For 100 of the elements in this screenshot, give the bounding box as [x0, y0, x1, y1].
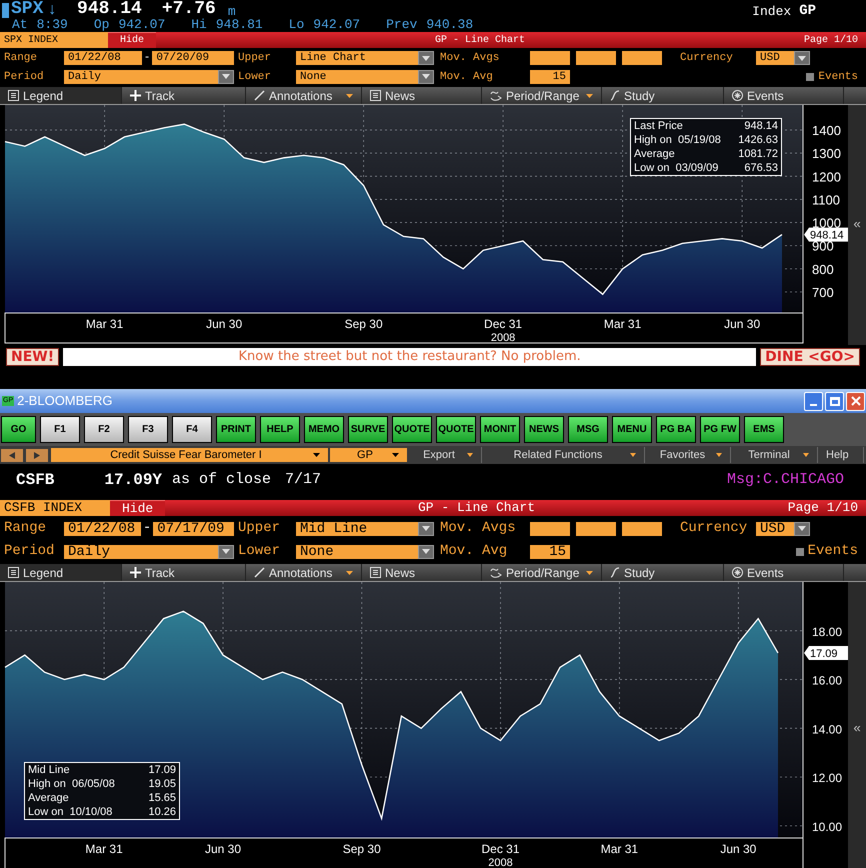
dropdown-icon[interactable] — [218, 544, 234, 558]
quote-label: Hi — [191, 18, 207, 32]
function-key[interactable]: HELP — [260, 416, 300, 443]
function-key[interactable]: NEWS — [524, 416, 564, 443]
dropdown-icon[interactable] — [794, 522, 810, 536]
menu-item[interactable]: Terminal — [731, 446, 818, 464]
price-date: 7/17 — [285, 470, 322, 490]
quote-label: Lo — [288, 18, 304, 32]
end-date-field[interactable]: 07/20/09 — [152, 51, 234, 66]
function-key[interactable]: EMS — [744, 416, 784, 443]
function-key[interactable]: F1 — [40, 416, 80, 443]
toolbar-tab[interactable]: Study — [602, 87, 724, 104]
axis-tick-label: Mar 31 — [604, 317, 642, 331]
toolbar-tab[interactable]: Period/Range — [482, 87, 602, 104]
events-checkbox[interactable] — [796, 548, 804, 556]
toolbar-tab[interactable]: Events — [724, 564, 844, 581]
menu-item[interactable]: Related Functions — [482, 446, 645, 464]
ticker: SPX — [11, 0, 44, 18]
price-note: as of close — [172, 470, 272, 490]
back-button[interactable] — [1, 448, 23, 462]
mov-avg-field[interactable]: 15 — [530, 544, 570, 558]
dropdown-icon[interactable] — [794, 51, 810, 66]
dine-go-link[interactable]: DINE <GO> — [760, 348, 860, 366]
function-key[interactable]: MONIT — [480, 416, 520, 443]
year-label: 2008 — [488, 857, 513, 868]
dropdown-icon[interactable] — [418, 70, 434, 84]
dropdown-icon[interactable] — [418, 544, 434, 558]
dropdown-icon[interactable] — [218, 70, 234, 84]
mov-avg-field[interactable]: 15 — [530, 70, 570, 84]
field-label: Mov. Avgs — [439, 519, 517, 538]
toolbar-tab[interactable]: Legend — [0, 87, 122, 104]
mov-avg-field[interactable] — [530, 51, 570, 66]
maximize-button[interactable] — [825, 392, 844, 410]
axis-tick-label: Jun 30 — [724, 317, 760, 331]
legend-value: 1081.72 — [738, 147, 778, 161]
toolbar-tab[interactable]: Annotations — [246, 87, 362, 104]
toolbar-tab[interactable]: Period/Range — [482, 564, 602, 581]
function-dropdown[interactable]: GP — [330, 448, 407, 462]
collapse-toggle[interactable]: « — [853, 718, 861, 738]
start-date-field[interactable]: 01/22/08 — [64, 51, 142, 66]
hide-button[interactable]: Hide — [108, 32, 156, 48]
function-key[interactable]: GO — [1, 416, 36, 443]
field-label: Events — [808, 542, 858, 561]
security-tab[interactable]: CSFB INDEX — [0, 500, 110, 516]
toolbar-tab[interactable]: Events — [724, 87, 844, 104]
function-key[interactable]: QUOTE — [436, 416, 476, 443]
mov-avg-field[interactable] — [622, 51, 662, 66]
currency-field[interactable]: USD — [756, 51, 794, 66]
period-field[interactable]: Daily — [64, 544, 218, 558]
toolbar-tab[interactable]: News — [362, 564, 482, 581]
start-date-field[interactable]: 01/22/08 — [64, 522, 141, 536]
function-key[interactable]: PG BA — [656, 416, 696, 443]
collapse-toggle[interactable]: « — [853, 215, 861, 235]
menu-item[interactable]: Export — [407, 446, 482, 464]
function-key[interactable]: QUOTE — [392, 416, 432, 443]
events-checkbox[interactable] — [806, 72, 814, 81]
close-button[interactable] — [846, 392, 865, 410]
toolbar-tab[interactable]: Track — [122, 564, 246, 581]
upper-field[interactable]: Line Chart — [296, 51, 418, 66]
lower-field[interactable]: None — [296, 544, 418, 558]
maximize-icon — [830, 396, 840, 406]
dropdown-icon[interactable] — [418, 51, 434, 66]
security-dropdown[interactable]: Credit Suisse Fear Barometer I — [51, 448, 328, 462]
function-key[interactable]: F3 — [128, 416, 168, 443]
field-label: Lower — [237, 542, 282, 561]
toolbar-tab[interactable]: Study — [602, 564, 724, 581]
minimize-button[interactable] — [804, 392, 823, 410]
mov-avg-field[interactable] — [530, 522, 570, 536]
mov-avg-field[interactable] — [576, 51, 616, 66]
message-indicator[interactable]: Msg:C.CHICAGO — [726, 468, 844, 492]
function-key[interactable]: SURVE — [348, 416, 388, 443]
function-key[interactable]: PG FW — [700, 416, 740, 443]
upper-field[interactable]: Mid Line — [296, 522, 418, 536]
lower-field[interactable]: None — [296, 70, 418, 84]
menu-item[interactable]: Help — [818, 446, 864, 464]
function-key[interactable]: PRINT — [216, 416, 256, 443]
toolbar-tab[interactable]: Legend — [0, 564, 122, 581]
quote-value: 8:39 — [36, 18, 68, 32]
period-field[interactable]: Daily — [64, 70, 218, 84]
toolbar-tab[interactable]: News — [362, 87, 482, 104]
toolbar-tab[interactable]: Annotations — [246, 564, 362, 581]
function-key[interactable]: MENU — [612, 416, 652, 443]
menu-item[interactable]: Favorites — [645, 446, 731, 464]
toolbar-tab[interactable]: Track — [122, 87, 246, 104]
hide-button[interactable]: Hide — [110, 500, 166, 516]
forward-button[interactable] — [26, 448, 48, 462]
function-key[interactable]: F2 — [84, 416, 124, 443]
currency-field[interactable]: USD — [756, 522, 794, 536]
mov-avg-field[interactable] — [622, 522, 662, 536]
function-key[interactable]: MSG — [568, 416, 608, 443]
mov-avg-field[interactable] — [576, 522, 616, 536]
function-key[interactable]: F4 — [172, 416, 212, 443]
panel-title: GP - Line Chart — [434, 34, 526, 48]
field-label: Range — [4, 51, 38, 66]
security-tab[interactable]: SPX INDEX — [0, 32, 108, 48]
function-key[interactable]: MEMO — [304, 416, 344, 443]
year-label: 2008 — [490, 332, 516, 344]
net-change: +7.76 — [162, 0, 216, 18]
dropdown-icon[interactable] — [418, 522, 434, 536]
end-date-field[interactable]: 07/17/09 — [153, 522, 234, 536]
